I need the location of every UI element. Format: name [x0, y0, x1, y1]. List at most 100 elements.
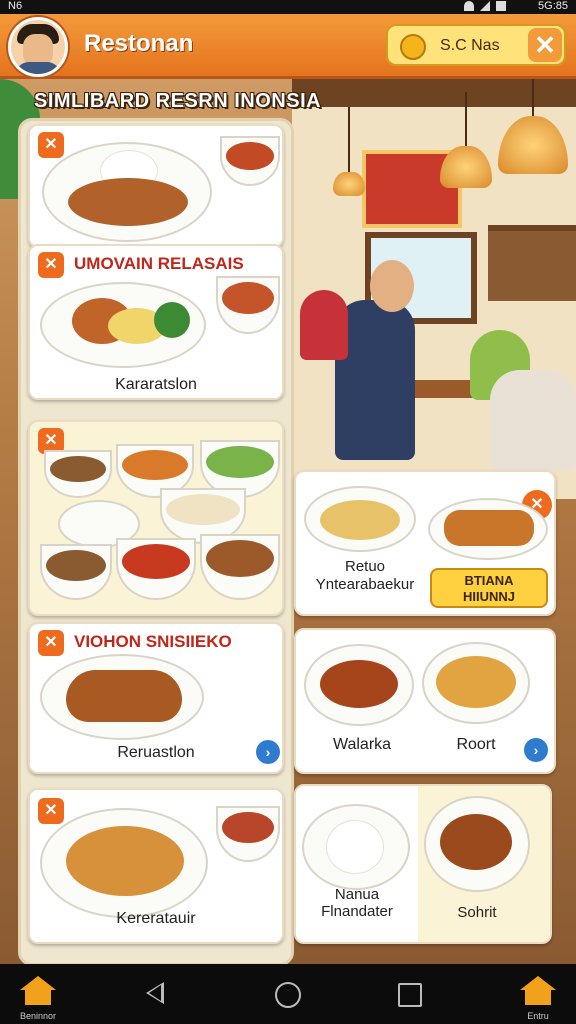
nasi-plate — [302, 804, 410, 890]
banner-title: SIMLIBARD RESRN INONSIA — [34, 90, 322, 112]
coin-icon — [400, 34, 426, 60]
status-left-text: N6 — [8, 0, 23, 12]
wifi-icon — [464, 1, 474, 11]
home-base — [25, 989, 51, 1005]
fried-rice — [320, 500, 400, 540]
status-icons — [464, 1, 506, 11]
bowl-stew — [200, 534, 280, 600]
soup — [46, 550, 106, 582]
diner-woman — [300, 290, 348, 360]
home-circle-icon[interactable] — [275, 982, 301, 1008]
dish-card[interactable]: Walarka Roort › — [294, 628, 556, 774]
soup — [166, 494, 240, 526]
soup — [206, 446, 274, 479]
currency-label: S.C Nas — [440, 37, 500, 54]
hanging-lamp — [333, 172, 365, 196]
close-badge-icon[interactable]: ✕ — [38, 132, 64, 158]
close-badge-icon[interactable]: ✕ — [38, 252, 64, 278]
fried-rice-plate — [304, 486, 416, 552]
recents-icon[interactable] — [398, 983, 422, 1007]
card-label-right: Sohrit — [457, 904, 497, 921]
top-bar: Restonan S.C Nas ✕ — [0, 14, 576, 79]
soup — [122, 450, 188, 480]
dish-card[interactable]: ✕ — [28, 124, 284, 248]
lettuce-garnish — [154, 302, 190, 338]
home-base — [525, 989, 551, 1005]
spring-rolls — [444, 510, 534, 546]
card-label-left: Nanua Flnandater — [302, 886, 412, 920]
noodle-plate — [40, 808, 208, 918]
rice-cone — [326, 820, 384, 874]
card-label-left-line2: Flnandater — [321, 903, 393, 920]
lamp-cord — [532, 79, 534, 119]
close-badge-icon[interactable]: ✕ — [38, 630, 64, 656]
dish-card[interactable]: ✕ UMOVAIN RELASAIS Kararatslon — [28, 244, 284, 400]
dish-plate — [40, 282, 206, 368]
soup — [50, 456, 106, 483]
home-icon[interactable] — [520, 976, 556, 1006]
soup-bowl — [220, 136, 280, 186]
home-roof — [520, 976, 556, 990]
dish-card[interactable]: ✕ Retuo Yntearabaekur BTIANA HIIUNNJ — [294, 470, 556, 616]
rendang-plate — [304, 644, 414, 726]
soup — [226, 142, 274, 170]
diner-reading — [490, 370, 576, 470]
app-title: Restonan — [84, 30, 194, 57]
card-label: Kararatslon — [115, 376, 197, 393]
home-roof — [20, 976, 56, 990]
close-badge-icon[interactable]: ✕ — [38, 798, 64, 824]
soup-bowl — [216, 806, 280, 862]
soup — [122, 544, 190, 579]
rice-plate — [42, 142, 212, 242]
bowl-red-soup — [116, 538, 196, 600]
signal-icon — [480, 1, 490, 11]
card-label-left-line1: Nanua — [334, 886, 380, 903]
chicken-dish — [68, 178, 188, 226]
nav-left-label: Beninnor — [19, 1011, 57, 1021]
rendang — [320, 660, 398, 708]
sate-plate — [424, 796, 530, 892]
diner-man-head — [370, 260, 414, 312]
dish-card[interactable]: ✕ Kereratauir — [28, 788, 284, 944]
dish-card[interactable]: Nanua Flnandater Sohrit — [294, 784, 552, 944]
status-bar: N6 5G:85 — [0, 0, 576, 14]
card-label: Retuo Yntearabaekur — [300, 558, 430, 594]
dish-card[interactable]: ✕ — [28, 420, 284, 616]
card-label-line2: Yntearabaekur — [315, 576, 415, 593]
nav-right-label: Entru — [527, 1011, 549, 1021]
card-label: Kereratauir — [116, 910, 196, 927]
next-arrow-icon[interactable]: › — [524, 738, 548, 762]
mie-goreng — [66, 826, 184, 896]
player-avatar[interactable] — [8, 17, 68, 77]
status-right-text: 5G:85 — [538, 0, 568, 12]
lamp-cord — [348, 107, 350, 175]
card-title: VIOHON SNISIIEKO — [74, 632, 232, 651]
close-button[interactable]: ✕ — [528, 28, 562, 62]
order-button-line2: HIIUNNJ — [462, 589, 515, 604]
back-icon[interactable] — [146, 982, 164, 1004]
soup — [222, 282, 274, 315]
bowl-beans — [40, 544, 112, 600]
currency-box[interactable]: S.C Nas ✕ — [386, 24, 566, 66]
gado-plate — [422, 642, 530, 724]
lamp-cord — [465, 92, 467, 148]
card-label-left: Walarka — [332, 736, 392, 753]
spring-roll-plate — [428, 498, 548, 560]
grilled-chicken — [66, 670, 182, 722]
order-button[interactable]: BTIANA HIIUNNJ — [430, 568, 548, 608]
card-label-line1: Retuo — [344, 558, 386, 575]
soup-bowl — [216, 276, 280, 334]
kitchen-shelf — [488, 225, 576, 301]
soup — [206, 540, 274, 578]
bowl-rice — [44, 450, 112, 498]
satay-plate — [40, 654, 204, 740]
next-arrow-icon[interactable]: › — [256, 740, 280, 764]
battery-icon — [496, 1, 506, 11]
gado-gado — [436, 656, 516, 708]
home-icon[interactable] — [20, 976, 56, 1006]
card-label: Reruastlon — [117, 744, 195, 761]
order-button-line1: BTIANA — [464, 573, 514, 588]
card-title: UMOVAIN RELASAIS — [74, 254, 244, 273]
dish-card[interactable]: ✕ VIOHON SNISIIEKO Reruastlon › — [28, 622, 284, 774]
avatar-shirt — [15, 62, 61, 74]
